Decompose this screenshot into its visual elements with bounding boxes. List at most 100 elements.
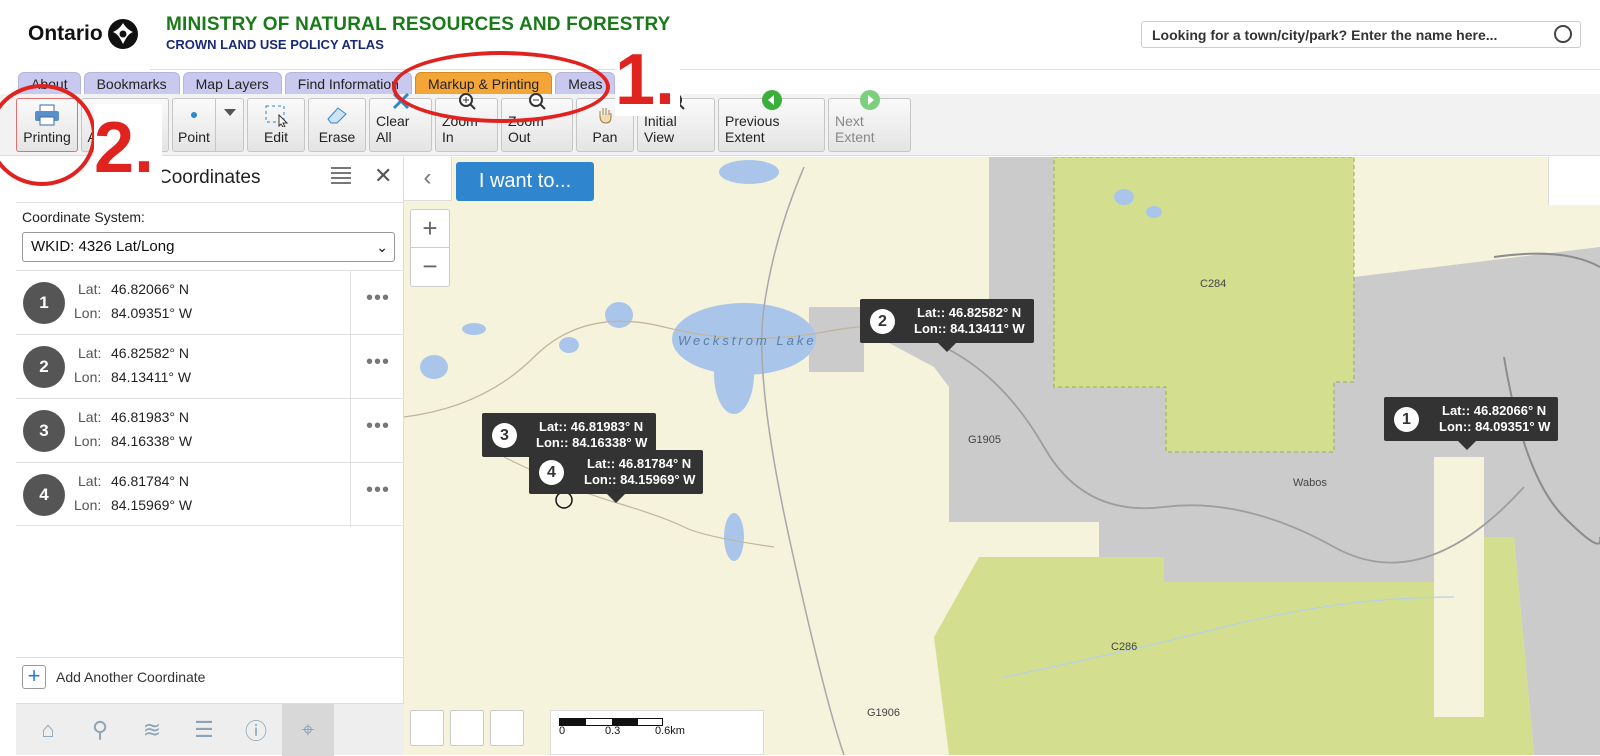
zoom-in-icon	[457, 91, 477, 111]
map-zoom-in-button[interactable]: +	[411, 210, 449, 248]
hamburger-menu-icon[interactable]	[331, 167, 351, 184]
callout-lon: Lon:: 84.13411° W	[914, 321, 1025, 336]
printing-button[interactable]: Printing	[16, 98, 78, 152]
lake	[420, 355, 448, 379]
coordinate-system-value: WKID: 4326 Lat/Long	[31, 238, 175, 255]
legend-list-icon[interactable]: ☰	[178, 704, 230, 756]
point-tool[interactable]: Point	[172, 98, 244, 152]
lake	[1114, 189, 1134, 205]
xy-coordinates-icon[interactable]	[450, 710, 484, 746]
clear-all-button[interactable]: Clear All	[369, 92, 432, 152]
zoom-in-button[interactable]: Zoom In	[435, 93, 498, 152]
edit-label: Edit	[263, 129, 289, 145]
callout-lat: Lat:: 46.81784° N	[587, 456, 692, 471]
map-side-tool-button[interactable]	[1548, 157, 1600, 205]
coordinate-callout[interactable]: 1 Lat:: 46.82066° N Lon:: 84.09351° W	[1384, 397, 1558, 450]
erase-label: Erase	[318, 129, 356, 145]
pan-label: Pan	[592, 129, 618, 145]
coordinate-callout[interactable]: 4 Lat:: 46.81784° N Lon:: 84.15969° W	[529, 450, 703, 503]
coordinate-row[interactable]: 3 Lat: 46.81983° N Lon: 84.16338° W •••	[16, 398, 404, 463]
chevron-down-icon	[223, 109, 236, 116]
lat-label: Lat:	[78, 473, 102, 489]
lake	[1146, 206, 1162, 218]
more-options-icon[interactable]: •••	[366, 415, 390, 438]
overview-map-icon[interactable]	[410, 710, 444, 746]
tab-map-layers[interactable]: Map Layers	[182, 72, 282, 94]
previous-extent-button[interactable]: Previous Extent	[718, 90, 825, 152]
zoom-out-button[interactable]: Zoom Out	[501, 93, 573, 152]
map-zoom-control: + −	[410, 209, 450, 287]
home-icon[interactable]: ⌂	[22, 704, 74, 756]
callout-number: 3	[492, 423, 517, 448]
callout-number: 2	[870, 309, 895, 334]
search-icon[interactable]	[1554, 25, 1572, 43]
i-want-to-button[interactable]: I want to...	[456, 162, 594, 201]
plus-icon: +	[22, 665, 46, 689]
coordinate-row[interactable]: 2 Lat: 46.82582° N Lon: 84.13411° W •••	[16, 334, 404, 399]
lat-value: 46.82582° N	[111, 345, 189, 361]
collapse-panel-chevron-icon[interactable]: ‹	[404, 157, 452, 201]
lake-label: Weckstrom Lake	[678, 333, 817, 348]
lake	[724, 513, 744, 561]
search-icon[interactable]: ⚲	[74, 704, 126, 756]
edit-button[interactable]: Edit	[247, 98, 305, 152]
map-bottom-tools	[410, 710, 524, 746]
place-search-input[interactable]	[1142, 22, 1537, 47]
point-dropdown[interactable]	[215, 99, 243, 151]
scale-ruler-icon[interactable]	[490, 710, 524, 746]
more-options-icon[interactable]: •••	[366, 287, 390, 310]
point-button[interactable]: Point	[173, 99, 215, 151]
lat-value: 46.81983° N	[111, 409, 189, 425]
more-options-icon[interactable]: •••	[366, 351, 390, 374]
lake	[559, 337, 579, 353]
coordinate-callout[interactable]: 2 Lat:: 46.82582° N Lon:: 84.13411° W	[860, 299, 1034, 352]
panel-divider	[16, 202, 404, 203]
lat-value: 46.81784° N	[111, 473, 189, 489]
clear-all-label: Clear All	[376, 113, 410, 145]
place-search[interactable]	[1141, 21, 1581, 48]
lat-label: Lat:	[78, 281, 102, 297]
lon-value: 84.09351° W	[111, 305, 193, 321]
park-area	[1434, 457, 1484, 717]
map-view[interactable]: Weckstrom Lake C284 C286 G1905 G1906 Wab…	[404, 157, 1600, 755]
close-icon[interactable]: ✕	[374, 163, 392, 189]
coordinate-row[interactable]: 4 Lat: 46.81784° N Lon: 84.15969° W •••	[16, 462, 404, 527]
parcel-label: C286	[1111, 641, 1138, 653]
tab-bookmarks[interactable]: Bookmarks	[83, 72, 180, 94]
scale-label: 0.3	[605, 725, 621, 737]
more-options-icon[interactable]: •••	[366, 479, 390, 502]
ontario-logo[interactable]: Ontario	[28, 18, 139, 50]
tab-about[interactable]: About	[18, 72, 81, 94]
callout-lat: Lat:: 46.82066° N	[1442, 403, 1547, 418]
scale-label: 0.6km	[655, 725, 685, 737]
row-separator	[350, 335, 351, 399]
add-another-coordinate-button[interactable]: + Add Another Coordinate	[22, 665, 205, 689]
previous-extent-label: Previous Extent	[725, 113, 780, 145]
add-another-coordinate-label: Add Another Coordinate	[56, 669, 206, 685]
callout-number: 1	[1394, 407, 1419, 432]
callout-number: 4	[539, 460, 564, 485]
map-zoom-out-button[interactable]: −	[411, 248, 449, 286]
callout-pointer	[938, 343, 956, 352]
erase-button[interactable]: Erase	[308, 98, 366, 152]
layers-icon[interactable]: ≋	[126, 704, 178, 756]
parcel-label: G1906	[867, 707, 901, 719]
atlas-title: CROWN LAND USE POLICY ATLAS	[166, 37, 384, 52]
coordinate-number-badge: 4	[23, 474, 65, 516]
callout-pointer	[607, 494, 625, 503]
coordinate-system-select[interactable]: WKID: 4326 Lat/Long ⌄	[22, 232, 395, 262]
zoom-out-label: Zoom Out	[508, 113, 544, 145]
coordinate-number-badge: 2	[23, 346, 65, 388]
next-extent-button[interactable]: Next Extent	[828, 90, 911, 152]
coordinates-tool-icon[interactable]: ⌖	[282, 703, 334, 756]
coordinate-number-badge: 1	[23, 282, 65, 324]
marker-circle	[555, 491, 573, 509]
zoom-out-icon	[527, 91, 547, 111]
callout-lon: Lon:: 84.15969° W	[584, 472, 696, 487]
coordinate-row[interactable]: 1 Lat: 46.82066° N Lon: 84.09351° W •••	[16, 270, 404, 335]
lon-label: Lon:	[74, 433, 102, 449]
info-icon[interactable]: ⓘ	[230, 704, 282, 756]
ontario-wordmark: Ontario	[28, 22, 103, 45]
annotation-step-1: 1.	[615, 44, 680, 116]
tab-measure[interactable]: Meas	[555, 72, 616, 94]
